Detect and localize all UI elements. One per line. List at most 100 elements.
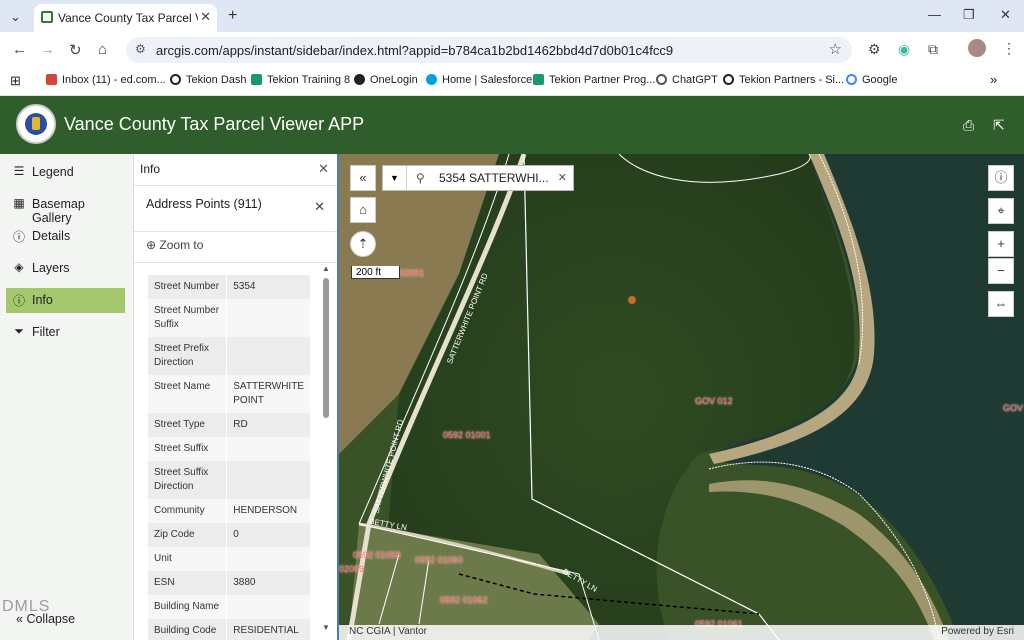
- attribute-value: [226, 299, 310, 337]
- map-view[interactable]: 02001 GOV 012 GOV 0592 01001 0592 01058 …: [337, 154, 1024, 640]
- bookmark-tekion-partner[interactable]: Tekion Partner Prog...: [533, 74, 655, 86]
- extension-circle-icon[interactable]: ◉: [898, 41, 910, 58]
- bookmark-tekion-dash[interactable]: Tekion Dash: [170, 74, 247, 86]
- county-seal-logo: [16, 104, 56, 144]
- collapse-panel-button[interactable]: «: [350, 165, 376, 191]
- grid-icon: ▦: [13, 196, 25, 210]
- search-input[interactable]: 5354 SATTERWHI...: [439, 171, 549, 185]
- zoom-in-button[interactable]: +: [988, 231, 1014, 257]
- chatgpt-icon: [656, 74, 667, 85]
- tekion-icon: [170, 74, 181, 85]
- tab-close-icon[interactable]: ✕: [200, 9, 211, 25]
- url-bar[interactable]: ⚙ arcgis.com/apps/instant/sidebar/index.…: [126, 37, 852, 63]
- bookmark-tekion-partners[interactable]: Tekion Partners - Si...: [723, 74, 844, 86]
- parcel-label: 0592 01060: [415, 555, 463, 565]
- bookmark-gmail[interactable]: Inbox (11) - ed.com...: [46, 74, 166, 86]
- profile-avatar[interactable]: [968, 39, 986, 57]
- tab-title: Vance County Tax Parcel Viewer: [58, 11, 198, 25]
- bookmark-star-icon[interactable]: ☆: [829, 40, 842, 58]
- bookmark-label: ChatGPT: [672, 74, 718, 86]
- panel-close-icon[interactable]: ✕: [318, 161, 329, 177]
- bookmark-label: Home | Salesforce: [442, 74, 533, 86]
- window-close-icon[interactable]: ✕: [1000, 7, 1011, 23]
- table-row: Building Name: [148, 595, 310, 619]
- attribute-key: Street Number Suffix: [148, 299, 228, 337]
- map-search[interactable]: ▼ ⚲ 5354 SATTERWHI... ✕: [382, 165, 574, 191]
- sidebar-item-layers[interactable]: ◈ Layers: [6, 256, 125, 281]
- print-icon[interactable]: ⎙: [963, 117, 974, 134]
- scroll-down-icon[interactable]: ▼: [322, 623, 330, 632]
- attribute-key: Street Name: [148, 375, 228, 413]
- bookmark-tekion-training[interactable]: Tekion Training 8: [251, 74, 350, 86]
- reload-icon[interactable]: ↻: [69, 41, 82, 59]
- search-source-dropdown-icon[interactable]: ▼: [383, 166, 407, 190]
- compass-button[interactable]: ⇡: [350, 231, 376, 257]
- attribute-value: [226, 595, 310, 619]
- sidebar-item-filter[interactable]: ⏷ Filter: [6, 320, 125, 345]
- table-row: Community HENDERSON: [148, 499, 310, 523]
- share-icon[interactable]: ⇱: [993, 117, 1005, 134]
- info-icon: ⓘ: [994, 170, 1008, 185]
- sidebar-item-info[interactable]: ⓘ Info: [6, 288, 125, 313]
- feature-close-icon[interactable]: ✕: [314, 199, 325, 215]
- parcel-label: 0592 01062: [440, 595, 488, 605]
- sidebar-item-details[interactable]: ⓘ Details: [6, 224, 125, 249]
- forward-icon[interactable]: →: [40, 41, 55, 58]
- panel-scrollbar[interactable]: ▲ ▼: [322, 264, 330, 634]
- site-info-icon[interactable]: ⚙: [135, 42, 146, 56]
- attribute-value: 3880: [226, 571, 310, 595]
- bookmark-salesforce[interactable]: Home | Salesforce: [426, 74, 532, 86]
- back-icon[interactable]: ←: [12, 41, 27, 58]
- measure-button[interactable]: ⇔: [988, 291, 1014, 317]
- info-icon: ⓘ: [12, 294, 25, 308]
- table-row: Street Type RD: [148, 413, 310, 437]
- url-text[interactable]: arcgis.com/apps/instant/sidebar/index.ht…: [156, 43, 673, 58]
- new-tab-icon[interactable]: +: [228, 7, 237, 25]
- apps-grid-icon[interactable]: ⊞: [10, 73, 21, 89]
- map-info-button[interactable]: ⓘ: [988, 165, 1014, 191]
- browser-menu-icon[interactable]: ⋮: [1002, 40, 1016, 57]
- collapse-button[interactable]: « Collapse: [16, 612, 75, 626]
- powered-by-esri-link[interactable]: Powered by Esri: [941, 626, 1014, 637]
- bookmark-google[interactable]: Google: [846, 74, 897, 86]
- tekion-icon: [723, 74, 734, 85]
- clear-search-icon[interactable]: ✕: [558, 171, 567, 184]
- parcel-label: 02009: [339, 564, 365, 574]
- browser-tab[interactable]: Vance County Tax Parcel Viewer ✕: [34, 4, 217, 32]
- attribute-key: ESN: [148, 571, 228, 595]
- attribute-value: [226, 547, 310, 571]
- extensions-puzzle-icon[interactable]: ⧉: [928, 41, 938, 58]
- attribute-key: Building Name: [148, 595, 228, 619]
- bookmark-onelogin[interactable]: OneLogin: [354, 74, 418, 86]
- scroll-thumb[interactable]: [323, 278, 329, 418]
- attribute-key: Community: [148, 499, 228, 523]
- zoom-out-button[interactable]: −: [988, 258, 1014, 284]
- partner-icon: [533, 74, 544, 85]
- sidebar-item-label: Filter: [32, 325, 60, 339]
- sidebar-item-label: Legend: [32, 165, 74, 179]
- restore-icon[interactable]: ❐: [963, 7, 975, 23]
- sidebar-item-label: Details: [32, 229, 71, 243]
- home-icon[interactable]: ⌂: [98, 41, 107, 58]
- bookmark-label: Tekion Partner Prog...: [549, 74, 656, 86]
- gmail-icon: [46, 74, 57, 85]
- table-row: Street Suffix: [148, 437, 310, 461]
- salesforce-icon: [426, 74, 437, 85]
- double-chevron-left-icon: «: [359, 170, 367, 185]
- sidebar-item-basemap-gallery[interactable]: ▦ Basemap Gallery: [6, 192, 125, 225]
- bookmark-chatgpt[interactable]: ChatGPT: [656, 74, 718, 86]
- locate-button[interactable]: ⌖: [988, 198, 1014, 224]
- table-row: Zip Code 0: [148, 523, 310, 547]
- scroll-up-icon[interactable]: ▲: [322, 264, 330, 273]
- tab-list-chevron-icon[interactable]: ⌄: [10, 9, 21, 25]
- extension-gear-icon[interactable]: ⚙: [868, 41, 881, 58]
- zoom-to-button[interactable]: ⊕ Zoom to: [146, 238, 203, 252]
- sidebar-item-legend[interactable]: ☰ Legend: [6, 160, 125, 185]
- collapse-icon: «: [16, 612, 23, 626]
- table-row: Street Number Suffix: [148, 299, 310, 337]
- home-extent-button[interactable]: ⌂: [350, 197, 376, 223]
- more-bookmarks-icon[interactable]: »: [990, 72, 997, 87]
- tab-favicon-icon: [41, 11, 53, 23]
- panel-title: Info: [140, 162, 161, 176]
- minimize-icon[interactable]: —: [928, 7, 941, 22]
